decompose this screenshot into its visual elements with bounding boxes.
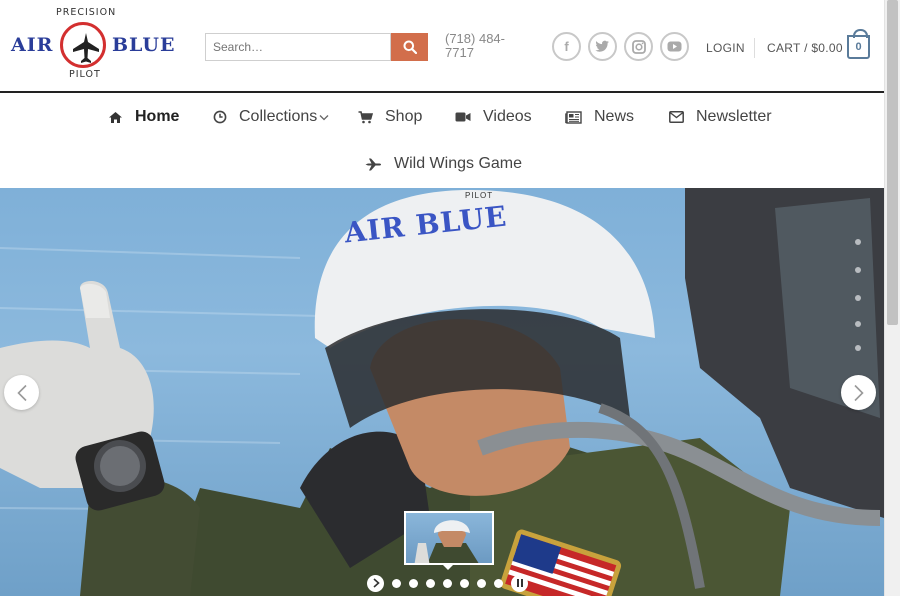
slider-dot[interactable]: [494, 578, 503, 588]
scrollbar-thumb[interactable]: [887, 0, 898, 325]
nav-label-videos: Videos: [483, 108, 532, 125]
instagram-icon[interactable]: [624, 32, 653, 61]
search-input[interactable]: [205, 33, 391, 61]
slider-play-button[interactable]: [367, 574, 384, 592]
plane-icon: [365, 158, 381, 170]
logo-arc-bottom: PILOT: [69, 69, 101, 80]
facebook-icon[interactable]: f: [552, 32, 581, 61]
logo-word-left: AIR: [11, 34, 54, 56]
slider-dot[interactable]: [392, 578, 401, 588]
nav-item-videos[interactable]: Videos: [455, 107, 532, 127]
nav-label-home: Home: [135, 108, 180, 125]
nav-item-shop[interactable]: Shop: [358, 107, 422, 127]
slider-dot[interactable]: [409, 578, 418, 588]
home-icon: [109, 111, 122, 123]
clock-icon: [213, 110, 227, 124]
nav-label-shop: Shop: [385, 108, 423, 125]
cart-link[interactable]: CART / $0.00: [767, 41, 843, 55]
site-header: PRECISION AIR BLUE PILOT (718) 484-7717 …: [0, 0, 884, 92]
nav-label-newsletter: Newsletter: [696, 108, 772, 125]
social-links: f: [552, 32, 689, 62]
slider-pagination: [367, 574, 528, 592]
helmet-arc-text: PILOT: [465, 191, 494, 200]
slide-thumbnail-preview: [404, 511, 494, 565]
thumbnail-pointer: [442, 564, 454, 570]
slider-dot[interactable]: [443, 578, 452, 588]
search-icon: [403, 40, 417, 54]
nav-label-news: News: [594, 108, 635, 125]
logo-word-right: BLUE: [112, 34, 176, 56]
chevron-down-icon: [319, 114, 329, 120]
nav-label-collections: Collections: [239, 108, 318, 125]
search-button[interactable]: [391, 33, 428, 61]
nav-item-home[interactable]: Home: [108, 107, 179, 127]
nav-item-newsletter[interactable]: Newsletter: [669, 107, 772, 127]
header-divider: [754, 38, 755, 58]
twitter-icon[interactable]: [588, 32, 617, 61]
site-logo[interactable]: PRECISION AIR BLUE PILOT: [10, 7, 176, 84]
chevron-left-icon: [16, 384, 27, 401]
page-scrollbar[interactable]: [884, 0, 900, 596]
login-link[interactable]: LOGIN: [706, 41, 745, 55]
slider-next-button[interactable]: [841, 375, 876, 410]
logo-arc-top: PRECISION: [56, 7, 117, 18]
hero-slider[interactable]: AIR BLUE PILOT: [0, 188, 884, 596]
cart-icon: [358, 110, 373, 123]
search-form: [205, 33, 428, 61]
nav-item-wild-wings-game[interactable]: Wild Wings Game: [365, 154, 522, 174]
chevron-right-icon: [853, 384, 864, 401]
slider-pause-button[interactable]: [511, 574, 528, 592]
main-nav: Home Collections Shop Videos News Newsle…: [0, 93, 884, 188]
video-camera-icon: [455, 112, 471, 122]
slider-dot[interactable]: [477, 578, 486, 588]
slider-prev-button[interactable]: [4, 375, 39, 410]
nav-item-collections[interactable]: Collections: [213, 107, 329, 127]
nav-label-wild-wings-game: Wild Wings Game: [394, 155, 523, 172]
slider-dot[interactable]: [460, 578, 469, 588]
pause-icon: [516, 579, 523, 587]
cart-count-badge[interactable]: 0: [847, 29, 870, 59]
phone-number[interactable]: (718) 484-7717: [445, 32, 525, 60]
fighter-jet-icon: [73, 33, 99, 63]
nav-item-news[interactable]: News: [565, 107, 634, 127]
youtube-icon[interactable]: [660, 32, 689, 61]
envelope-icon: [669, 111, 684, 123]
play-icon: [372, 578, 380, 588]
slider-dot[interactable]: [426, 578, 435, 588]
newspaper-icon: [565, 110, 582, 124]
